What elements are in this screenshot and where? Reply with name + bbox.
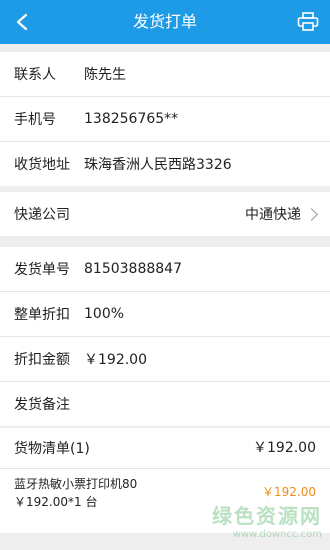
goods-list-header: 货物清单(1) ￥192.00 [0,428,330,469]
watermark-cn: 绿色资源网 [212,504,322,528]
app-header: 发货打单 [0,0,330,44]
goods-list-title: 货物清单(1) [14,441,90,457]
discount-amount-value: ￥192.00 [84,352,147,368]
express-company-selector[interactable]: 中通快递 [245,192,318,236]
address-label: 收货地址 [14,157,70,173]
express-company-value: 中通快递 [245,207,301,223]
goods-item-price: ￥192.00 [262,485,316,499]
goods-item-detail: ￥192.00*1 台 [14,495,98,509]
phone-label: 手机号 [14,112,56,128]
order-number-label: 发货单号 [14,262,70,278]
express-company-label: 快递公司 [14,207,70,223]
contact-name-value: 陈先生 [84,67,126,83]
discount-row[interactable]: 整单折扣 100% [0,292,330,337]
note-label: 发货备注 [14,397,70,413]
chevron-right-icon [305,207,318,221]
print-button[interactable] [294,8,322,36]
discount-amount-label: 折扣金额 [14,352,70,368]
discount-label: 整单折扣 [14,307,70,323]
contact-section: 联系人 陈先生 手机号 138256765** 收货地址 珠海香洲人民西路332… [0,52,330,186]
express-section: 快递公司 中通快递 [0,192,330,236]
contact-name-row: 联系人 陈先生 [0,52,330,97]
watermark: 绿色资源网 www.downcc.com [212,500,322,540]
order-number-row: 发货单号 81503888847 [0,247,330,292]
phone-value: 138256765** [84,111,179,127]
discount-amount-row: 折扣金额 ￥192.00 [0,337,330,382]
phone-row: 手机号 138256765** [0,97,330,142]
goods-total: ￥192.00 [253,440,316,456]
express-company-row[interactable]: 快递公司 中通快递 [0,192,330,236]
address-row: 收货地址 珠海香洲人民西路3326 [0,142,330,186]
watermark-en: www.downcc.com [232,529,322,540]
printer-icon [297,12,319,31]
order-section: 发货单号 81503888847 整单折扣 100% 折扣金额 ￥192.00 … [0,247,330,426]
goods-item-name: 蓝牙热敏小票打印机80 [14,477,138,491]
order-number-value: 81503888847 [84,261,182,277]
discount-value[interactable]: 100% [84,306,124,322]
address-value: 珠海香洲人民西路3326 [84,157,232,173]
page-title: 发货打单 [132,12,197,31]
note-row[interactable]: 发货备注 [0,382,330,426]
contact-name-label: 联系人 [14,67,56,83]
